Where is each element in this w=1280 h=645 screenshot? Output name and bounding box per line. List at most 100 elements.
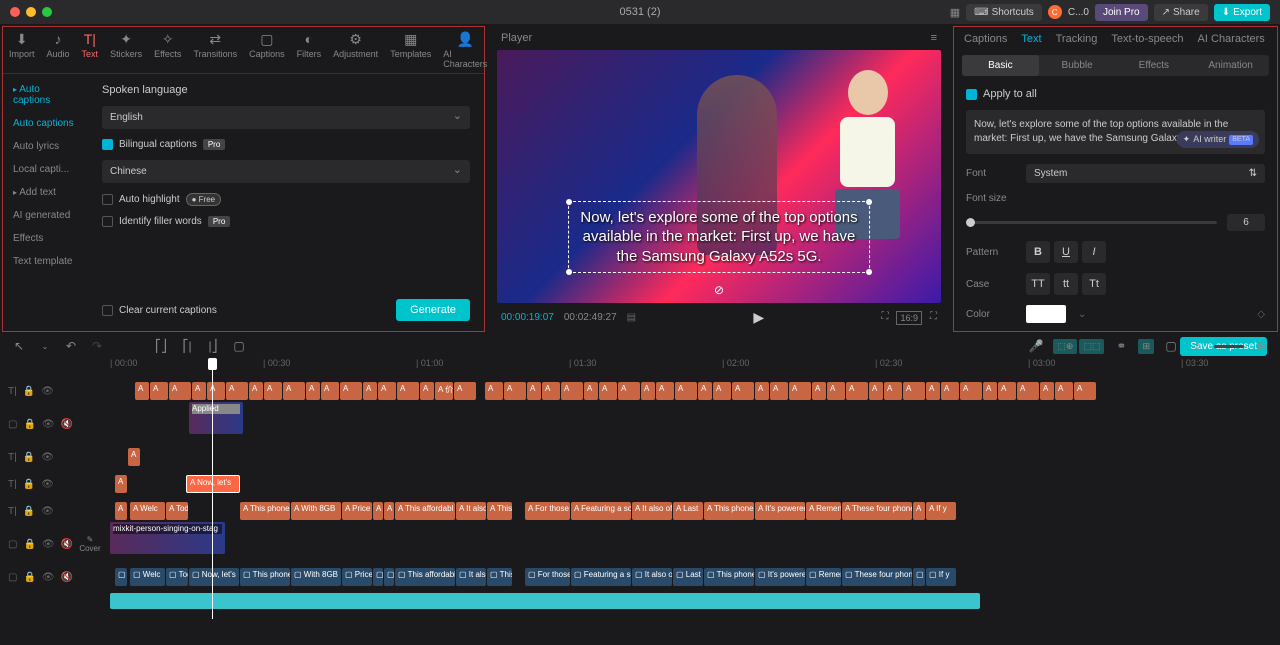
audio-caption-clip[interactable]: ▢ Remen bbox=[806, 568, 841, 586]
caption-clip[interactable]: A It also bbox=[456, 502, 486, 520]
bilingual-checkbox[interactable] bbox=[102, 139, 113, 150]
caption-clip[interactable]: A bbox=[561, 382, 583, 400]
minimize-window[interactable] bbox=[26, 7, 36, 17]
mic-icon[interactable]: 🎤 bbox=[1027, 337, 1045, 355]
generate-button[interactable]: Generate bbox=[396, 299, 470, 321]
zoom-slider[interactable] bbox=[1214, 345, 1244, 348]
caption-clip[interactable]: A bbox=[527, 382, 541, 400]
caption-clip[interactable]: A Price bbox=[342, 502, 372, 520]
audio-caption-clip[interactable]: ▢ bbox=[384, 568, 394, 586]
caption-clip[interactable]: A bbox=[306, 382, 320, 400]
inspector-tab-captions[interactable]: Captions bbox=[964, 33, 1007, 45]
caption-clip[interactable]: A If y bbox=[926, 502, 956, 520]
audio-caption-clip[interactable]: ▢ Featuring a soli bbox=[571, 568, 631, 586]
caption-clip[interactable]: A Tod bbox=[166, 502, 188, 520]
audio-caption-clip[interactable]: ▢ Price bbox=[342, 568, 372, 586]
sidebar-item[interactable]: Local capti... bbox=[3, 158, 88, 181]
eye-icon[interactable]: 👁 bbox=[42, 572, 55, 583]
caption-clip[interactable]: A bbox=[656, 382, 674, 400]
caption-clip[interactable]: A bbox=[812, 382, 826, 400]
caption-clip[interactable]: A bbox=[249, 382, 263, 400]
bilingual-language-select[interactable]: Chinese bbox=[102, 160, 470, 183]
subtab-bubble[interactable]: Bubble bbox=[1039, 55, 1116, 76]
inspector-tab-text[interactable]: Text bbox=[1021, 33, 1041, 45]
audio-caption-clip[interactable]: ▢ If y bbox=[926, 568, 956, 586]
caption-clip[interactable]: A bbox=[1017, 382, 1039, 400]
bold-button[interactable]: B bbox=[1026, 241, 1050, 263]
caption-clip[interactable]: A This phone bbox=[704, 502, 754, 520]
caption-clip[interactable]: A bbox=[321, 382, 339, 400]
caption-clip-selected[interactable]: A Now, let's bbox=[186, 475, 240, 493]
inspector-tab-tracking[interactable]: Tracking bbox=[1056, 33, 1098, 45]
audio-caption-clip[interactable]: ▢ Now, let's bbox=[189, 568, 239, 586]
track-type-icon[interactable]: ▢ bbox=[8, 419, 17, 430]
caption-clip[interactable]: A bbox=[115, 475, 127, 493]
select-tool[interactable]: ↖ bbox=[10, 337, 28, 355]
join-pro-button[interactable]: Join Pro bbox=[1095, 4, 1148, 21]
caption-clip[interactable]: A bbox=[115, 502, 127, 520]
italic-button[interactable]: I bbox=[1082, 241, 1106, 263]
titlecase-button[interactable]: Tt bbox=[1082, 273, 1106, 295]
mute-icon[interactable]: 🔇 bbox=[61, 539, 73, 550]
maximize-window[interactable] bbox=[42, 7, 52, 17]
caption-clip[interactable]: A bbox=[128, 448, 140, 466]
filler-words-checkbox[interactable] bbox=[102, 216, 113, 227]
link-on[interactable]: ⬚⬚ bbox=[1079, 339, 1104, 354]
tab-transitions[interactable]: ⇄Transitions bbox=[187, 27, 243, 73]
caption-clip[interactable]: A bbox=[264, 382, 282, 400]
mute-icon[interactable]: 🔇 bbox=[61, 572, 73, 583]
caption-clip[interactable]: A bbox=[641, 382, 655, 400]
eye-icon[interactable]: 👁 bbox=[41, 479, 54, 490]
layout-icon[interactable]: ▦ bbox=[950, 6, 960, 19]
caption-clip[interactable]: A bbox=[1074, 382, 1096, 400]
mute-icon[interactable]: 🔇 bbox=[61, 419, 73, 430]
caption-clip[interactable]: A 价 bbox=[435, 382, 453, 400]
audio-caption-clip[interactable]: ▢ With 8GB bbox=[291, 568, 341, 586]
share-button[interactable]: ↗ Share bbox=[1154, 4, 1208, 21]
lowercase-button[interactable]: tt bbox=[1054, 273, 1078, 295]
caption-clip[interactable]: A bbox=[397, 382, 419, 400]
caption-clip[interactable]: A bbox=[926, 382, 940, 400]
caption-clip[interactable]: A bbox=[420, 382, 434, 400]
caption-clip[interactable]: A bbox=[504, 382, 526, 400]
thumbnails-icon[interactable]: ▤ bbox=[627, 312, 636, 323]
track-type-icon[interactable]: T| bbox=[8, 479, 17, 490]
audio-caption-clip[interactable]: ▢ It also bbox=[456, 568, 486, 586]
snap-on[interactable]: ⊞ bbox=[1138, 339, 1154, 354]
caption-clip[interactable]: A bbox=[599, 382, 617, 400]
caption-clip[interactable]: A bbox=[207, 382, 225, 400]
caption-clip[interactable]: A bbox=[169, 382, 191, 400]
caption-clip[interactable]: A bbox=[1040, 382, 1054, 400]
uppercase-button[interactable]: TT bbox=[1026, 273, 1050, 295]
caption-clip[interactable]: A It's powered bbox=[755, 502, 805, 520]
sidebar-item[interactable]: Add text bbox=[3, 181, 88, 204]
caption-clip[interactable]: A bbox=[732, 382, 754, 400]
caption-clip[interactable]: A bbox=[846, 382, 868, 400]
audio-caption-clip[interactable]: ▢ This phone bbox=[240, 568, 290, 586]
tab-stickers[interactable]: ✦Stickers bbox=[104, 27, 148, 73]
user-avatar[interactable]: C bbox=[1048, 5, 1062, 19]
caption-clip[interactable]: A bbox=[789, 382, 811, 400]
caption-clip[interactable]: A bbox=[542, 382, 560, 400]
caption-clip[interactable]: A bbox=[226, 382, 248, 400]
split-right-tool[interactable]: |⎦ bbox=[204, 337, 222, 355]
tab-import[interactable]: ⬇Import bbox=[3, 27, 41, 73]
caption-clip[interactable]: A bbox=[884, 382, 902, 400]
track-type-icon[interactable]: T| bbox=[8, 452, 17, 463]
sidebar-item[interactable]: Text template bbox=[3, 250, 88, 273]
apply-all-checkbox[interactable] bbox=[966, 89, 977, 100]
caption-clip[interactable]: A bbox=[378, 382, 396, 400]
audio-caption-clip[interactable]: ▢ It also of bbox=[632, 568, 672, 586]
tab-templates[interactable]: ▦Templates bbox=[384, 27, 437, 73]
audio-caption-clip[interactable]: ▢ Last bbox=[673, 568, 703, 586]
caption-clip[interactable]: A bbox=[135, 382, 149, 400]
caption-clip[interactable]: A bbox=[713, 382, 731, 400]
close-window[interactable] bbox=[10, 7, 20, 17]
audio-caption-clip[interactable]: ▢ This affordabl bbox=[395, 568, 455, 586]
subtab-animation[interactable]: Animation bbox=[1192, 55, 1269, 76]
split-tool[interactable]: ⎡⎦ bbox=[152, 337, 170, 355]
caption-clip[interactable]: A bbox=[283, 382, 305, 400]
font-select[interactable]: System ⇅ bbox=[1026, 164, 1265, 183]
eye-icon[interactable]: 👁 bbox=[41, 386, 54, 397]
caption-clip[interactable]: A This bbox=[487, 502, 512, 520]
